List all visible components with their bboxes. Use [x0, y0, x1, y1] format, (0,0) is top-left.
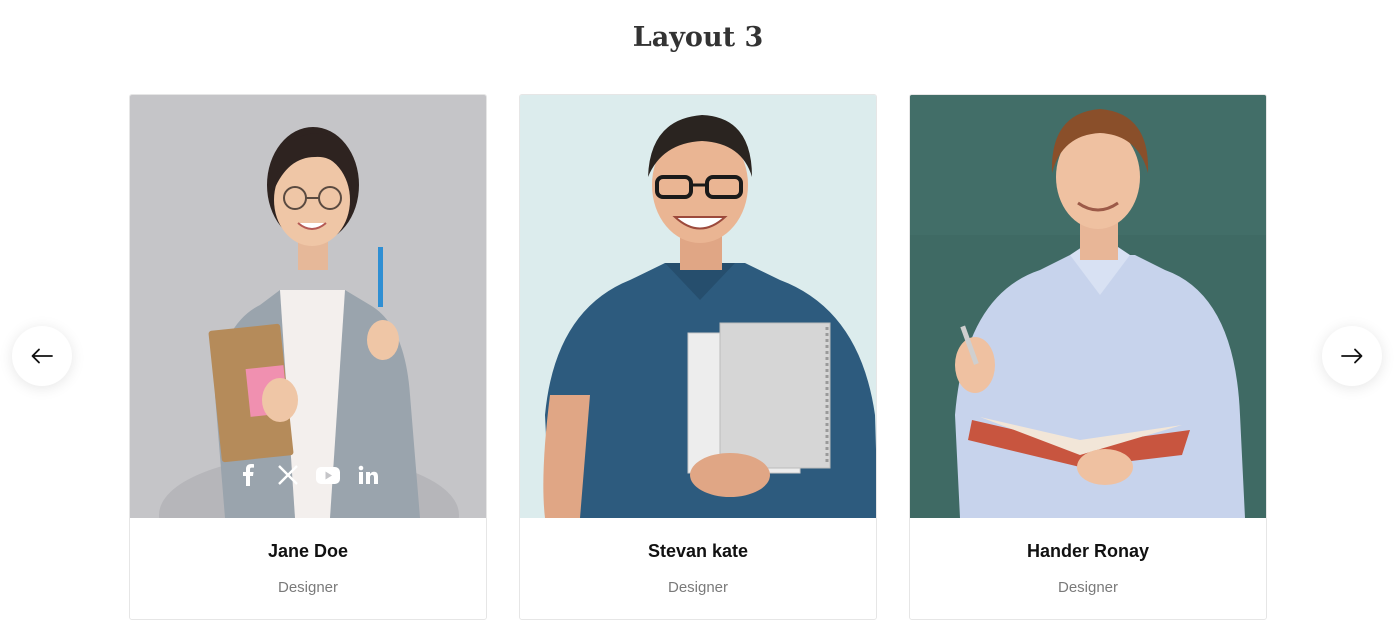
member-role: Designer	[277, 579, 339, 596]
member-photo	[910, 95, 1266, 518]
member-name: Hander Ronay	[1026, 541, 1150, 561]
member-role: Designer	[667, 579, 729, 596]
facebook-icon[interactable]	[236, 463, 260, 487]
linkedin-icon[interactable]	[356, 463, 380, 487]
member-photo	[130, 95, 486, 518]
carousel-next-button[interactable]	[1322, 326, 1382, 386]
social-links	[130, 463, 486, 487]
team-card: Hander Ronay Designer	[909, 94, 1267, 620]
youtube-icon[interactable]	[316, 463, 340, 487]
member-photo	[520, 95, 876, 518]
member-role: Designer	[1057, 579, 1119, 596]
member-name: Jane Doe	[267, 541, 349, 561]
x-twitter-icon[interactable]	[276, 463, 300, 487]
arrow-left-icon	[31, 348, 53, 364]
section-title: Layout 3	[632, 22, 764, 53]
team-card: Jane Doe Designer	[129, 94, 487, 620]
team-card: Stevan kate Designer	[519, 94, 877, 620]
member-name: Stevan kate	[647, 541, 749, 561]
arrow-right-icon	[1341, 348, 1363, 364]
carousel-prev-button[interactable]	[12, 326, 72, 386]
